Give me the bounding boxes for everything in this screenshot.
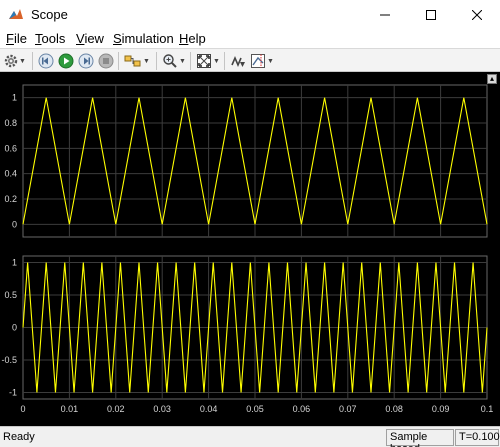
y-tick-label: 0.5	[4, 290, 17, 300]
x-tick-label: 0.04	[200, 404, 218, 414]
settings-button[interactable]: ▼	[4, 52, 26, 70]
menu-file[interactable]: File	[6, 31, 27, 46]
menu-simulation[interactable]: Simulation	[113, 31, 174, 46]
stop-icon	[98, 53, 114, 69]
autoscale-button[interactable]: ▼	[196, 52, 220, 70]
y-tick-label: 1	[12, 258, 17, 268]
menu-help[interactable]: Help	[179, 31, 206, 46]
triggers-icon	[231, 55, 245, 68]
highlight-block-button[interactable]: ▼	[124, 52, 150, 70]
y-tick-label: 0.8	[4, 118, 17, 128]
y-tick-label: -0.5	[1, 355, 17, 365]
status-bar: Ready Sample based T=0.100	[0, 426, 500, 447]
sample-mode-status: Sample based	[386, 429, 454, 447]
stop-button[interactable]	[98, 52, 114, 70]
x-tick-label: 0.02	[107, 404, 125, 414]
y-tick-label: 0.4	[4, 169, 17, 179]
menu-bar: File Tools View Simulation Help	[0, 30, 500, 48]
minimize-button[interactable]	[362, 0, 408, 30]
x-tick-label: 0.09	[432, 404, 450, 414]
close-button[interactable]	[454, 0, 500, 30]
x-tick-label: 0.08	[385, 404, 403, 414]
zoom-button[interactable]: ▼	[162, 52, 186, 70]
matlab-scope-icon	[9, 9, 23, 19]
close-icon	[472, 10, 482, 20]
y-tick-label: 0	[12, 323, 17, 333]
maximize-button[interactable]	[408, 0, 454, 30]
run-icon	[58, 53, 74, 69]
time-status: T=0.100	[455, 429, 500, 446]
undock-icon: ▴	[489, 74, 494, 83]
y-tick-label: 0	[12, 219, 17, 229]
highlight-block-icon	[124, 55, 141, 67]
step-forward-icon	[78, 53, 94, 69]
settings-gear-icon	[4, 54, 18, 68]
cursor-measurements-button[interactable]: ▼	[250, 52, 274, 70]
autoscale-icon	[197, 54, 211, 68]
x-tick-label: 0	[20, 404, 25, 414]
menu-view[interactable]: View	[76, 31, 104, 46]
triggers-button[interactable]	[230, 52, 246, 70]
zoom-in-icon	[163, 54, 177, 68]
x-tick-label: 0.05	[246, 404, 264, 414]
step-back-button[interactable]	[38, 52, 54, 70]
title-bar: Scope	[0, 0, 500, 30]
scope-plots: 0 0.2 0.4 0.6 0.8 1 -1 -0.5 0 0.5 1 0 0.01 0.02 0.03 0.…	[1, 84, 494, 414]
undock-button[interactable]: ▴	[487, 74, 497, 84]
toolbar: ▼ ▼ ▼ ▼ ▼	[0, 48, 500, 72]
y-tick-label: 1	[12, 93, 17, 103]
menu-tools[interactable]: Tools	[35, 31, 65, 46]
y-tick-label: 0.2	[4, 194, 17, 204]
minimize-icon	[380, 14, 390, 16]
run-button[interactable]	[58, 52, 74, 70]
step-back-icon	[38, 53, 54, 69]
maximize-icon	[426, 10, 436, 20]
y-tick-label: -1	[9, 388, 17, 398]
x-tick-label: 0.01	[61, 404, 79, 414]
window-title: Scope	[31, 7, 68, 22]
x-tick-label: 0.03	[153, 404, 171, 414]
y-tick-label: 0.6	[4, 143, 17, 153]
x-tick-label: 0.07	[339, 404, 357, 414]
step-forward-button[interactable]	[78, 52, 94, 70]
x-tick-label: 0.1	[481, 404, 494, 414]
scope-display: 0 0.2 0.4 0.6 0.8 1 -1 -0.5 0 0.5 1 0 0.01 0.02 0.03 0.…	[0, 72, 500, 426]
cursor-measurements-icon	[251, 54, 265, 68]
status-text: Ready	[3, 431, 35, 443]
x-tick-label: 0.06	[293, 404, 311, 414]
